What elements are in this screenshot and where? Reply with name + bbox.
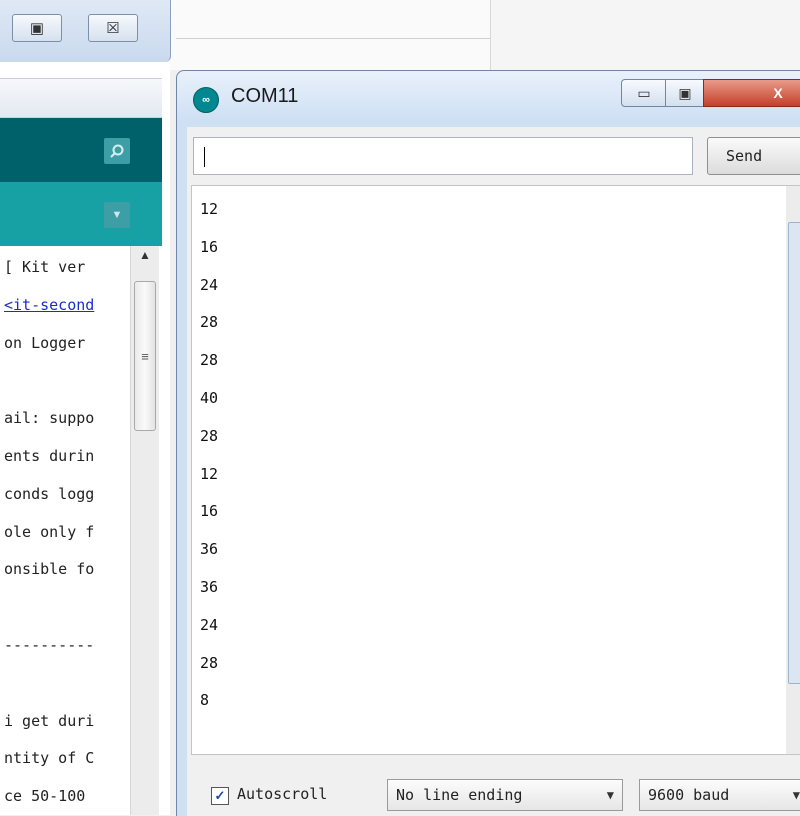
serial-monitor-button[interactable] — [104, 138, 130, 164]
checkmark-icon: ✓ — [214, 788, 226, 803]
serial-body: Send 12 16 24 28 28 40 28 12 16 36 36 24 28 8 ✓ Autos… — [187, 127, 800, 816]
scrollbar-thumb[interactable]: ≡ — [134, 281, 156, 431]
output-scrollbar[interactable] — [786, 186, 800, 754]
chevron-down-icon: ▼ — [792, 788, 800, 802]
output-scrollbar-thumb[interactable] — [788, 222, 800, 684]
minimize-button[interactable]: ▭ — [621, 79, 667, 107]
close-button[interactable]: X — [703, 79, 800, 107]
background-divider — [176, 38, 490, 39]
output-line: 12 — [200, 464, 219, 483]
output-line: 8 — [200, 691, 210, 710]
send-input[interactable] — [193, 137, 693, 175]
output-line: 28 — [200, 653, 219, 672]
arduino-ide-window: ▣ ☒ ▼ [ Kit ver <it-second on Logger ail: s… — [0, 0, 171, 815]
text-caret — [204, 147, 205, 167]
tab-menu-button[interactable]: ▼ — [104, 202, 130, 228]
line-ending-value: No line ending — [396, 786, 523, 804]
close-icon: ☒ — [106, 20, 120, 37]
code-line: onsible fo — [4, 560, 95, 579]
baud-rate-value: 9600 baud — [648, 786, 730, 804]
arduino-infinity-icon: ∞ — [193, 87, 219, 113]
output-line: 12 — [200, 200, 219, 218]
serial-output[interactable]: 12 16 24 28 28 40 28 12 16 36 36 24 28 8 — [191, 185, 800, 755]
ide-titlebar: ▣ ☒ — [0, 0, 171, 62]
autoscroll-checkbox[interactable]: ✓ — [211, 787, 229, 805]
code-line: conds logg — [4, 484, 95, 503]
output-line: 16 — [200, 237, 219, 256]
code-line: ail: suppo — [4, 409, 95, 428]
code-line: ce 50-100 — [4, 787, 86, 806]
maximize-icon: ▣ — [678, 84, 692, 101]
output-line: 36 — [200, 540, 219, 559]
output-line: 28 — [200, 426, 219, 445]
output-line: 28 — [200, 351, 219, 370]
output-line: 16 — [200, 502, 219, 521]
output-line: 40 — [200, 389, 219, 407]
code-line: [ Kit ver — [4, 258, 86, 276]
triangle-down-icon: ▼ — [111, 209, 123, 221]
ide-tab-bar: ▼ — [0, 182, 162, 246]
line-ending-select[interactable]: No line ending ▼ — [387, 779, 623, 811]
serial-titlebar: ∞ COM11 ▭ ▣ X — [177, 71, 800, 123]
serial-bottom-bar: ✓ Autoscroll No line ending ▼ 9600 baud … — [191, 761, 800, 816]
ide-toolbar — [0, 118, 162, 182]
output-line: 28 — [200, 313, 219, 332]
editor-scrollbar[interactable]: ▲ ≡ — [130, 246, 159, 815]
code-line: on Logger — [4, 333, 86, 352]
code-line: ntity of C — [4, 749, 95, 768]
code-line: i get duri — [4, 711, 95, 730]
magnifier-icon — [110, 144, 124, 158]
scroll-up-icon[interactable]: ▲ — [131, 248, 159, 268]
maximize-button[interactable]: ▣ — [665, 79, 705, 107]
code-line: ---------- — [4, 636, 95, 654]
output-line: 24 — [200, 615, 219, 634]
ide-close-button[interactable]: ☒ — [88, 14, 138, 42]
output-line: 36 — [200, 578, 219, 596]
baud-rate-select[interactable]: 9600 baud ▼ — [639, 779, 800, 811]
code-line: ents durin — [4, 447, 95, 465]
close-icon: X — [773, 85, 783, 101]
send-button[interactable]: Send — [707, 137, 800, 175]
code-line: ole only f — [4, 522, 95, 541]
autoscroll-label: Autoscroll — [237, 785, 328, 803]
window-title: COM11 — [231, 85, 299, 107]
background-area — [170, 0, 490, 70]
minimize-icon: ▭ — [637, 84, 651, 101]
grip-icon: ≡ — [141, 348, 149, 364]
chevron-down-icon: ▼ — [606, 788, 614, 802]
ide-maximize-button[interactable]: ▣ — [12, 14, 62, 42]
maximize-icon: ▣ — [29, 20, 45, 37]
output-line: 24 — [200, 275, 219, 294]
background-window — [490, 0, 800, 70]
ide-menubar — [0, 78, 162, 118]
code-line: <it-second — [4, 295, 95, 314]
serial-monitor-window: ∞ COM11 ▭ ▣ X Send 12 16 24 28 28 40 28 12 16 36 3… — [176, 70, 800, 816]
